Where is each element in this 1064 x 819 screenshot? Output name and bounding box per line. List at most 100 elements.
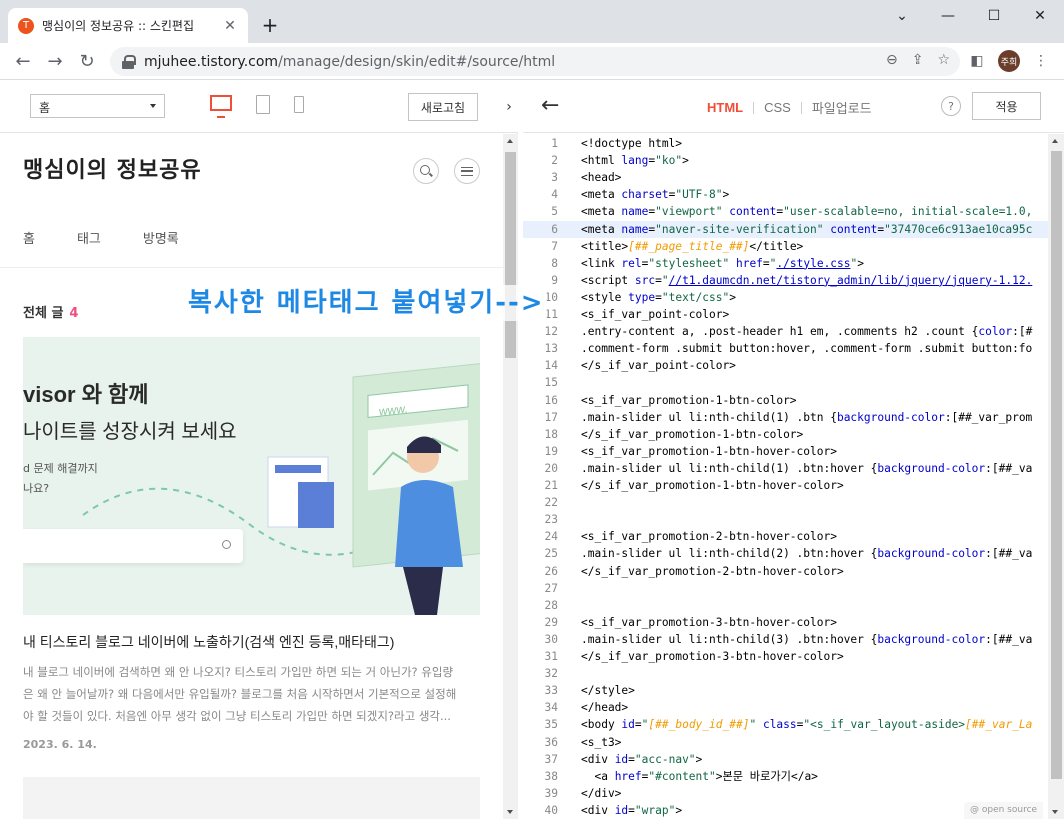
- divider: [753, 101, 755, 114]
- browser-tab[interactable]: T 맹심이의 정보공유 :: 스킨편집 ✕: [8, 8, 248, 43]
- maximize-button[interactable]: ☐: [971, 0, 1017, 32]
- code-line[interactable]: 10 <style type="text/css">: [523, 289, 1048, 306]
- code-line[interactable]: 31 </s_if_var_promotion-3-btn-hover-color…: [523, 648, 1048, 665]
- code-line[interactable]: 17 .main-slider ul li:nth-child(1) .btn {…: [523, 409, 1048, 426]
- preview-scrollbar[interactable]: [503, 134, 518, 819]
- bookmark-star-icon[interactable]: ☆: [937, 52, 950, 68]
- code-editor-pane: ← HTML CSS 파일업로드 ? 적용 1 <!doctype html> 2 <…: [523, 80, 1064, 819]
- line-number: 29: [544, 615, 558, 629]
- code-line[interactable]: 22: [523, 494, 1048, 511]
- back-arrow-icon[interactable]: ←: [10, 48, 36, 74]
- blog-nav-tag[interactable]: 태그: [77, 228, 101, 247]
- post-excerpt: 내 블로그 네이버에 검색하면 왜 안 나오지? 티스토리 가입만 하면 되는 …: [23, 665, 457, 723]
- line-number: 21: [544, 479, 558, 492]
- code-line[interactable]: 12 .entry-content a, .post-header h1 em, …: [523, 323, 1048, 340]
- scrollbar-thumb[interactable]: [1051, 151, 1062, 779]
- code-line[interactable]: 1 <!doctype html>: [523, 135, 1048, 152]
- code-line[interactable]: 23: [523, 511, 1048, 528]
- code-line[interactable]: 15: [523, 374, 1048, 391]
- preview-page-select[interactable]: 홈: [30, 94, 165, 118]
- tab-css[interactable]: CSS: [764, 100, 791, 115]
- reload-icon[interactable]: ↻: [74, 48, 100, 74]
- code-line[interactable]: 6 <meta name="naver-site-verification" co…: [523, 220, 1048, 238]
- back-arrow-icon[interactable]: ←: [541, 94, 559, 118]
- share-icon[interactable]: ⇪: [912, 52, 924, 68]
- code-line[interactable]: 7 <title>[##_page_title_##]</title>: [523, 238, 1048, 255]
- close-icon[interactable]: ✕: [222, 18, 238, 34]
- address-bar-actions: ⊖ ⇪ ☆: [886, 52, 950, 68]
- code-line[interactable]: 29 <s_if_var_promotion-3-btn-hover-color>: [523, 614, 1048, 631]
- line-number: 7: [551, 239, 558, 253]
- code-line[interactable]: 37 <div id="acc-nav">: [523, 751, 1048, 768]
- line-number: 2: [551, 154, 558, 168]
- apply-button[interactable]: 적용: [972, 92, 1041, 120]
- mobile-phone-icon[interactable]: [294, 96, 304, 113]
- code-line[interactable]: 20 .main-slider ul li:nth-child(1) .btn:h…: [523, 460, 1048, 477]
- new-tab-button[interactable]: +: [258, 13, 282, 37]
- post-title[interactable]: 내 티스토리 블로그 네이버에 노출하기(검색 엔진 등록,매타태그): [23, 632, 394, 652]
- code-line[interactable]: 34 </head>: [523, 699, 1048, 716]
- minimize-button[interactable]: —: [925, 0, 971, 32]
- window-close-button[interactable]: ✕: [1017, 0, 1063, 32]
- code-line[interactable]: 21 </s_if_var_promotion-1-btn-hover-color…: [523, 477, 1048, 494]
- code-line[interactable]: 13 .comment-form .submit button:hover, .c…: [523, 340, 1048, 357]
- code-line[interactable]: 39 </div>: [523, 785, 1048, 802]
- code-line[interactable]: 24 <s_if_var_promotion-2-btn-hover-color>: [523, 528, 1048, 545]
- forward-arrow-icon[interactable]: →: [42, 48, 68, 74]
- code-line[interactable]: 26 </s_if_var_promotion-2-btn-hover-color…: [523, 563, 1048, 580]
- code-line[interactable]: 4 <meta charset="UTF-8">: [523, 186, 1048, 203]
- code-line[interactable]: 32: [523, 665, 1048, 682]
- post-thumbnail-2[interactable]: [23, 777, 480, 819]
- url-host: mjuhee.tistory.com: [144, 53, 279, 70]
- blog-nav-home[interactable]: 홈: [23, 228, 35, 247]
- lock-icon: [122, 54, 136, 69]
- code-line[interactable]: 18 </s_if_var_promotion-1-btn-color>: [523, 426, 1048, 443]
- blog-search-button[interactable]: [413, 158, 439, 184]
- code-line[interactable]: 36 <s_t3>: [523, 734, 1048, 751]
- code-line[interactable]: 30 .main-slider ul li:nth-child(3) .btn:h…: [523, 631, 1048, 648]
- more-menu-icon[interactable]: ⋮: [1029, 49, 1053, 73]
- scroll-down-icon[interactable]: [507, 810, 513, 814]
- code-line[interactable]: 35 <body id="[##_body_id_##]" class="<s_i…: [523, 716, 1048, 733]
- line-number: 12: [544, 325, 558, 339]
- scroll-down-icon[interactable]: [1052, 810, 1058, 814]
- tab-html[interactable]: HTML: [707, 100, 743, 115]
- code-area[interactable]: 1 <!doctype html> 2 <html lang="ko"> 3 <head>…: [523, 134, 1048, 819]
- code-line[interactable]: 38 <a href="#content">본문 바로가기</a>: [523, 768, 1048, 785]
- code-scrollbar[interactable]: [1048, 134, 1064, 819]
- code-line[interactable]: 28: [523, 597, 1048, 614]
- code-line[interactable]: 19 <s_if_var_promotion-1-btn-hover-color>: [523, 443, 1048, 460]
- code-line[interactable]: 9 <script src="//t1.daumcdn.net/tistory_a…: [523, 272, 1048, 289]
- line-number: 40: [544, 803, 558, 817]
- blog-title[interactable]: 맹심이의 정보공유: [23, 152, 202, 184]
- code-line[interactable]: 8 <link rel="stylesheet" href="./style.cs…: [523, 255, 1048, 272]
- profile-button[interactable]: 주희: [997, 49, 1021, 73]
- tab-search-chevron-icon[interactable]: ⌄: [879, 0, 925, 32]
- code-line[interactable]: 14 </s_if_var_point-color>: [523, 357, 1048, 374]
- refresh-preview-button[interactable]: 새로고침: [408, 93, 478, 121]
- code-line[interactable]: 27: [523, 580, 1048, 597]
- open-source-badge[interactable]: @ open source: [964, 802, 1044, 819]
- help-icon[interactable]: ?: [941, 96, 961, 116]
- code-text: <a href="#content">본문 바로가기</a>: [581, 769, 818, 783]
- address-bar[interactable]: mjuhee.tistory.com/manage/design/skin/ed…: [110, 47, 960, 76]
- code-line[interactable]: 3 <head>: [523, 169, 1048, 186]
- code-line[interactable]: 5 <meta name="viewport" content="user-sca…: [523, 203, 1048, 220]
- code-line[interactable]: 11 <s_if_var_point-color>: [523, 306, 1048, 323]
- code-line[interactable]: 2 <html lang="ko">: [523, 152, 1048, 169]
- blog-menu-button[interactable]: [454, 158, 480, 184]
- blog-nav-guestbook[interactable]: 방명록: [143, 228, 179, 247]
- zoom-icon[interactable]: ⊖: [886, 52, 898, 68]
- code-line[interactable]: 25 .main-slider ul li:nth-child(2) .btn:h…: [523, 545, 1048, 562]
- code-line[interactable]: 33 </style>: [523, 682, 1048, 699]
- scrollbar-thumb[interactable]: [505, 152, 516, 358]
- collapse-chevron-right-icon[interactable]: ›: [500, 80, 518, 133]
- desktop-monitor-icon[interactable]: [210, 95, 232, 118]
- side-panel-icon[interactable]: ◧: [965, 49, 989, 73]
- tab-file-upload[interactable]: 파일업로드: [812, 98, 872, 117]
- code-line[interactable]: 16 <s_if_var_promotion-1-btn-color>: [523, 392, 1048, 409]
- tablet-icon[interactable]: [256, 95, 270, 114]
- post-thumbnail[interactable]: visor 와 함께 나이트를 성장시켜 보세요 d 문제 해결까지 나요? w…: [23, 337, 480, 615]
- scroll-up-icon[interactable]: [507, 139, 513, 143]
- scroll-up-icon[interactable]: [1052, 139, 1058, 143]
